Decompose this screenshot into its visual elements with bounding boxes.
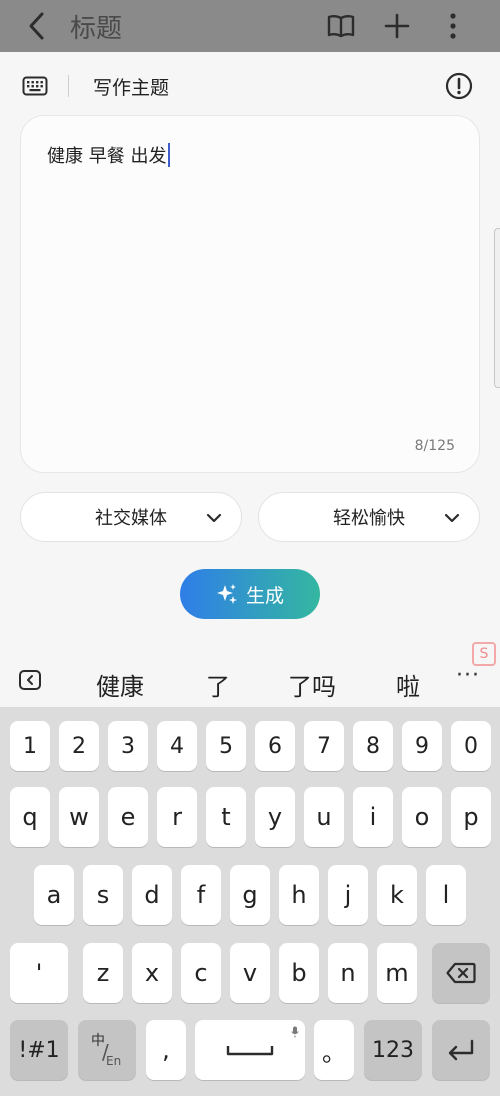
key-j[interactable]: j: [328, 865, 368, 925]
language-switch-key[interactable]: 中 / En: [78, 1020, 136, 1080]
platform-select[interactable]: 社交媒体: [20, 492, 242, 542]
lang-label-en: En: [106, 1054, 122, 1068]
key-4[interactable]: 4: [157, 721, 197, 771]
suggestion-item[interactable]: 啦: [396, 667, 420, 702]
key-3[interactable]: 3: [108, 721, 148, 771]
space-icon: [226, 1046, 274, 1056]
suggestion-bar: 健康 了 了吗 啦 ···: [0, 657, 500, 707]
chevron-down-icon: [206, 513, 222, 523]
backspace-icon: [446, 962, 476, 984]
page-title: 标题: [70, 13, 123, 44]
key-g[interactable]: g: [230, 865, 270, 925]
platform-select-value: 社交媒体: [95, 508, 167, 529]
theme-input[interactable]: 健康 早餐 出发 8/125: [20, 115, 480, 473]
side-panel-handle[interactable]: [494, 228, 500, 388]
generate-button[interactable]: 生成: [180, 569, 320, 619]
keyboard: 1 2 3 4 5 6 7 8 9 0 q w e r t y u i o p …: [0, 707, 500, 1096]
keyboard-toggle-button[interactable]: [22, 72, 50, 100]
tone-select[interactable]: 轻松愉快: [258, 492, 480, 542]
key-k[interactable]: k: [377, 865, 417, 925]
key-1[interactable]: 1: [10, 721, 50, 771]
character-counter: 8/125: [414, 438, 455, 454]
space-key[interactable]: [195, 1020, 305, 1080]
period-key[interactable]: 。: [314, 1020, 354, 1080]
key-s[interactable]: s: [83, 865, 123, 925]
key-i[interactable]: i: [353, 787, 393, 847]
book-button[interactable]: [324, 9, 358, 43]
divider: [68, 75, 69, 97]
key-n[interactable]: n: [328, 943, 368, 1003]
comma-key[interactable]: ,: [146, 1020, 186, 1080]
key-h[interactable]: h: [279, 865, 319, 925]
chevron-left-icon: [29, 12, 44, 40]
key-c[interactable]: c: [181, 943, 221, 1003]
key-f[interactable]: f: [181, 865, 221, 925]
key-a[interactable]: a: [34, 865, 74, 925]
key-z[interactable]: z: [83, 943, 123, 1003]
backspace-key[interactable]: [432, 943, 490, 1003]
key-5[interactable]: 5: [206, 721, 246, 771]
plus-icon: [384, 13, 410, 39]
key-u[interactable]: u: [304, 787, 344, 847]
ime-logo-icon: S: [472, 642, 496, 666]
app-bar: 标题: [0, 0, 500, 52]
tone-select-value: 轻松愉快: [333, 508, 405, 529]
more-options-button[interactable]: [436, 9, 470, 43]
keyboard-icon: [22, 76, 48, 96]
key-0[interactable]: 0: [451, 721, 491, 771]
suggestion-item[interactable]: 了吗: [288, 667, 336, 702]
key-d[interactable]: d: [132, 865, 172, 925]
enter-icon: [448, 1039, 474, 1061]
key-q[interactable]: q: [10, 787, 50, 847]
more-vertical-icon: [450, 13, 456, 39]
key-8[interactable]: 8: [353, 721, 393, 771]
key-p[interactable]: p: [451, 787, 491, 847]
key-7[interactable]: 7: [304, 721, 344, 771]
symbols-key[interactable]: !#1: [10, 1020, 68, 1080]
add-button[interactable]: [380, 9, 414, 43]
info-icon: [445, 72, 473, 100]
key-b[interactable]: b: [279, 943, 319, 1003]
theme-row: 写作主题: [0, 62, 500, 110]
key-e[interactable]: e: [108, 787, 148, 847]
key-x[interactable]: x: [132, 943, 172, 1003]
key-r[interactable]: r: [157, 787, 197, 847]
key-w[interactable]: w: [59, 787, 99, 847]
key-v[interactable]: v: [230, 943, 270, 1003]
theme-label: 写作主题: [93, 76, 170, 99]
back-button[interactable]: [26, 2, 66, 50]
text-caret: [168, 143, 171, 167]
more-suggestions-button[interactable]: ···: [456, 663, 480, 688]
key-2[interactable]: 2: [59, 721, 99, 771]
key-m[interactable]: m: [377, 943, 417, 1003]
numbers-key[interactable]: 123: [364, 1020, 422, 1080]
suggestion-item[interactable]: 了: [206, 667, 230, 702]
key-o[interactable]: o: [402, 787, 442, 847]
theme-input-text: 健康 早餐 出发: [47, 146, 167, 167]
generate-label: 生成: [245, 584, 284, 607]
suggestion-item[interactable]: 健康: [96, 667, 144, 702]
chevron-down-icon: [444, 513, 460, 523]
key-6[interactable]: 6: [255, 721, 295, 771]
enter-key[interactable]: [432, 1020, 490, 1080]
microphone-icon: [291, 1026, 299, 1038]
info-button[interactable]: [444, 71, 474, 101]
key-9[interactable]: 9: [402, 721, 442, 771]
sparkle-icon: [216, 584, 237, 604]
key-l[interactable]: l: [426, 865, 466, 925]
key-t[interactable]: t: [206, 787, 246, 847]
book-icon: [327, 15, 355, 38]
collapse-keyboard-icon[interactable]: [18, 668, 42, 692]
key-y[interactable]: y: [255, 787, 295, 847]
key-apostrophe[interactable]: ': [10, 943, 68, 1003]
